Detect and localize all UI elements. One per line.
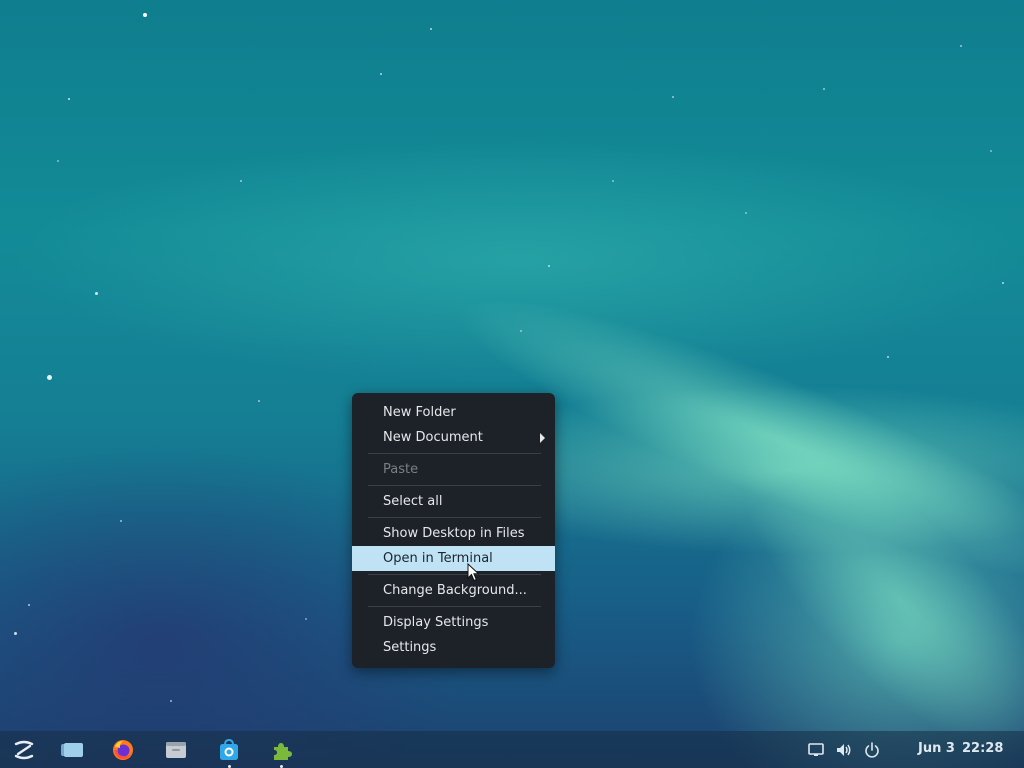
- star: [990, 150, 992, 152]
- menu-item-change-background[interactable]: Change Background...: [352, 578, 555, 603]
- submenu-arrow-icon: [540, 433, 545, 443]
- mouse-pointer-icon: [467, 563, 480, 582]
- menu-item-new-folder[interactable]: New Folder: [352, 400, 555, 425]
- star: [68, 98, 70, 100]
- star: [170, 700, 172, 702]
- menu-separator: [368, 485, 541, 486]
- star: [612, 180, 614, 182]
- star: [14, 632, 17, 635]
- menu-item-settings[interactable]: Settings: [352, 635, 555, 660]
- desktop-background[interactable]: New Folder New Document Paste Select all…: [0, 0, 1024, 768]
- clock-time[interactable]: 22:28: [962, 741, 1003, 756]
- menu-item-select-all[interactable]: Select all: [352, 489, 555, 514]
- star: [380, 73, 382, 75]
- power-icon[interactable]: [863, 741, 881, 759]
- taskbar: Jun 3 22:28: [0, 731, 1024, 768]
- star: [305, 618, 307, 620]
- star: [1002, 282, 1004, 284]
- menu-item-open-in-terminal[interactable]: Open in Terminal: [352, 546, 555, 571]
- star: [240, 180, 242, 182]
- firefox-icon[interactable]: [111, 738, 135, 762]
- star: [672, 96, 674, 98]
- star: [143, 13, 147, 17]
- star: [28, 604, 30, 606]
- star: [57, 160, 59, 162]
- menu-separator: [368, 574, 541, 575]
- star: [258, 400, 260, 402]
- menu-item-paste: Paste: [383, 462, 419, 477]
- star: [520, 330, 522, 332]
- menu-separator: [368, 517, 541, 518]
- star: [960, 45, 962, 47]
- display-icon[interactable]: [807, 741, 825, 759]
- volume-icon[interactable]: [835, 741, 853, 759]
- star: [430, 28, 432, 30]
- star: [823, 88, 825, 90]
- star: [548, 265, 550, 267]
- software-store-icon[interactable]: [217, 738, 241, 762]
- menu-item-label: New Document: [383, 430, 483, 445]
- star: [120, 520, 122, 522]
- menu-item-show-desktop-in-files[interactable]: Show Desktop in Files: [352, 521, 555, 546]
- zorin-menu-icon[interactable]: [12, 738, 36, 762]
- files-icon[interactable]: [164, 738, 188, 762]
- clock-date[interactable]: Jun 3: [918, 741, 955, 756]
- menu-separator: [368, 606, 541, 607]
- desktop-context-menu: New Folder New Document Paste Select all…: [352, 393, 555, 668]
- star: [887, 356, 889, 358]
- star: [745, 212, 747, 214]
- star: [95, 292, 98, 295]
- extensions-icon[interactable]: [270, 738, 294, 762]
- workspaces-icon[interactable]: [60, 738, 84, 762]
- menu-separator: [368, 453, 541, 454]
- star: [47, 375, 52, 380]
- menu-item-display-settings[interactable]: Display Settings: [352, 610, 555, 635]
- menu-item-new-document[interactable]: New Document: [352, 425, 555, 450]
